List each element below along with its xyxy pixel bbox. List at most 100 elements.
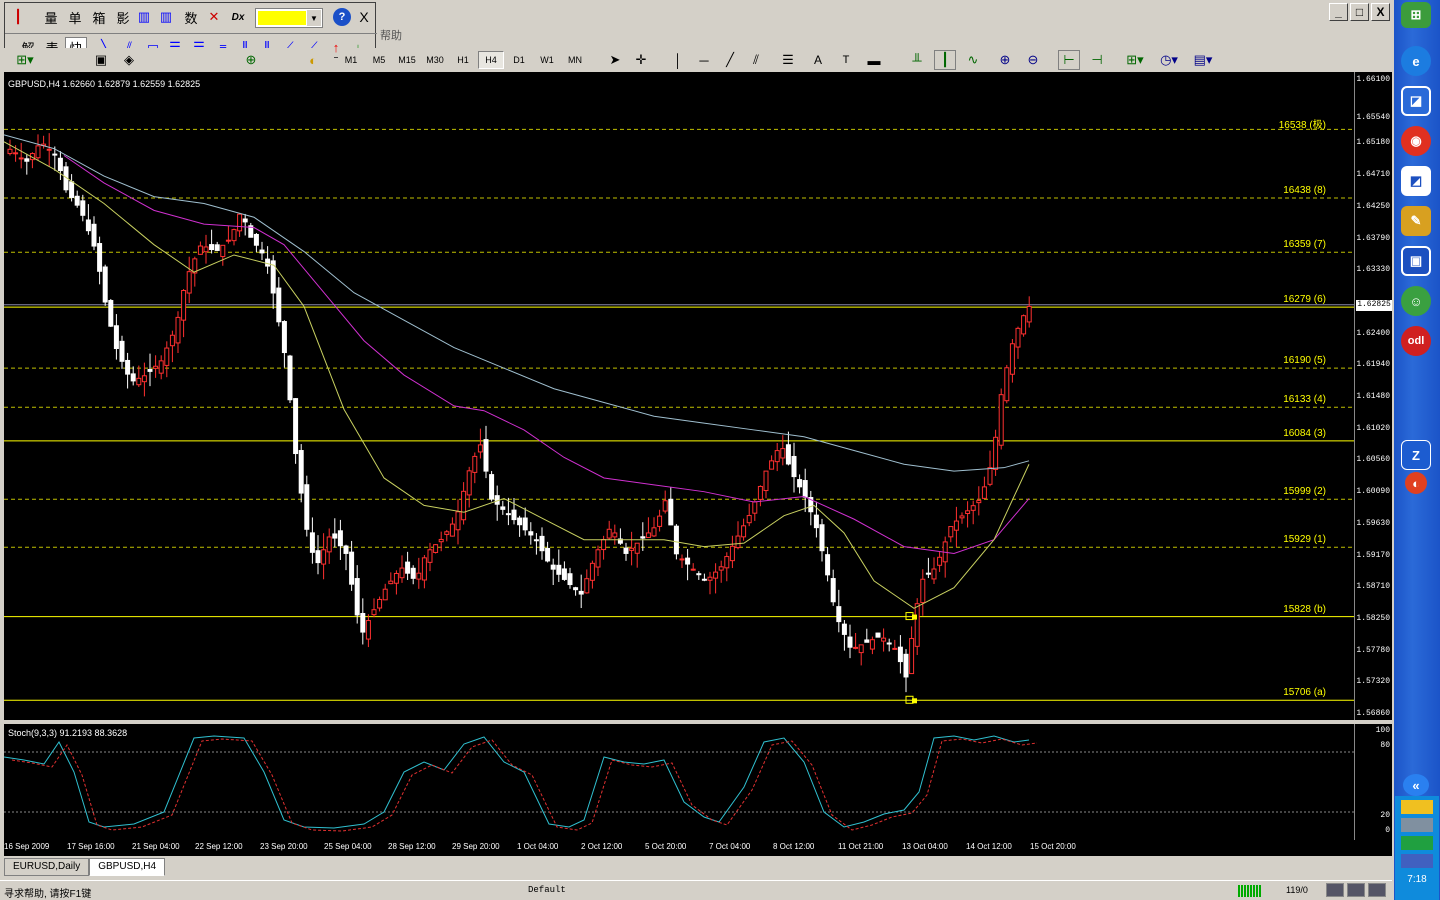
paint-icon[interactable]: ✎ (1401, 206, 1431, 236)
window-icon[interactable]: ▣ (1401, 246, 1431, 276)
text-label-icon[interactable]: T (836, 50, 856, 70)
templates-icon[interactable]: ▤▾ (1190, 50, 1216, 70)
tool-button-5[interactable]: 数 (181, 7, 201, 27)
time-label: 1 Oct 04:00 (517, 842, 559, 851)
grid-icon-2[interactable]: ▥ (157, 7, 175, 27)
candle (685, 549, 691, 581)
fibonacci-icon[interactable]: ☰ (778, 50, 798, 70)
color-select[interactable]: ▼ (255, 8, 323, 28)
status-conn: 119/0 (1286, 885, 1308, 895)
candle (533, 533, 539, 555)
tf-w1[interactable]: W1 (534, 51, 560, 69)
trendline-icon[interactable]: ╱ (720, 50, 740, 70)
candle-icon[interactable]: ┃ (9, 7, 27, 27)
candle (276, 277, 282, 327)
help-icon[interactable]: ? (333, 8, 351, 26)
price-label: 1.65180 (1356, 138, 1390, 148)
cross-icon[interactable]: ✕ (205, 7, 223, 27)
expert-advisors-icon[interactable]: ◐ (304, 50, 322, 70)
maximize-button[interactable]: □ (1350, 3, 1369, 21)
ie-icon[interactable]: e (1401, 46, 1431, 76)
cursor-icon[interactable]: ➤ (604, 50, 626, 70)
tray-app-icon[interactable] (1401, 818, 1433, 832)
candle (231, 228, 237, 246)
tf-m30[interactable]: M30 (422, 51, 448, 69)
tray-app-icon[interactable] (1401, 836, 1433, 850)
autoscroll-icon[interactable]: ⊢ (1058, 50, 1080, 70)
market-watch-icon[interactable]: ◈ (120, 50, 138, 70)
chevron-down-icon[interactable]: ▼ (307, 10, 321, 26)
tf-m15[interactable]: M15 (394, 51, 420, 69)
app-icon-1[interactable]: ◪ (1401, 86, 1431, 116)
candle (125, 352, 131, 389)
price-chart[interactable]: GBPUSD,H4 1.62660 1.62879 1.62559 1.6282… (4, 72, 1354, 720)
tf-h4[interactable]: H4 (478, 51, 504, 69)
candle (354, 565, 360, 624)
arrow-label-icon[interactable]: ▬ (864, 50, 884, 70)
users-icon[interactable]: ☺ (1401, 286, 1431, 316)
tool-button-4[interactable]: 影 (113, 7, 133, 27)
tf-mn[interactable]: MN (562, 51, 588, 69)
candle (46, 133, 52, 167)
price-axis[interactable]: 1.62825 1.66100 1.65540 1.65180 1.64710 1.64… (1354, 72, 1392, 720)
price-label: 1.64250 (1356, 201, 1390, 211)
tool-button-2[interactable]: 单 (65, 7, 85, 27)
zoom-out-icon[interactable]: ⊖ (1022, 50, 1044, 70)
odl-icon[interactable]: odl (1401, 326, 1431, 356)
tool-button-1[interactable]: 量 (41, 7, 61, 27)
candle (612, 524, 618, 545)
tray-expand-icon[interactable]: « (1403, 774, 1429, 796)
price-label: 1.57320 (1356, 677, 1390, 687)
horizontal-line-icon[interactable]: ─ (694, 50, 714, 70)
tf-m1[interactable]: M1 (338, 51, 364, 69)
profiles-icon[interactable]: ▣ (92, 50, 110, 70)
stochastic-panel[interactable]: Stoch(9,3,3) 91.2193 88.3628 (4, 724, 1354, 840)
candlestick-icon[interactable]: ┃ (934, 50, 956, 70)
candle (410, 565, 416, 585)
toolbar-close-icon[interactable]: X (355, 7, 373, 27)
time-label: 21 Sep 04:00 (132, 842, 180, 851)
zoom-in-icon[interactable]: ⊕ (994, 50, 1016, 70)
candle (337, 519, 343, 560)
equidistant-channel-icon[interactable]: ⫽ (746, 50, 766, 70)
tray-icon[interactable] (1368, 883, 1386, 897)
tf-h1[interactable]: H1 (450, 51, 476, 69)
new-chart-icon[interactable]: ⊞▾ (12, 50, 38, 70)
line-chart-icon[interactable]: ∿ (962, 50, 984, 70)
new-order-icon[interactable]: ⊕ (240, 50, 262, 70)
candle (623, 542, 629, 561)
tf-d1[interactable]: D1 (506, 51, 532, 69)
text-icon[interactable]: A (808, 50, 828, 70)
tab-eurusd-daily[interactable]: EURUSD,Daily (4, 858, 90, 876)
bar-chart-icon[interactable]: ╨ (906, 50, 928, 70)
tray-app-icon[interactable] (1401, 854, 1433, 868)
candle (998, 388, 1004, 450)
taskbar-app-icon[interactable]: Z (1401, 440, 1431, 470)
menu-help[interactable]: 帮助 (380, 27, 402, 43)
taskbar-app-icon-2[interactable]: ◐ (1405, 472, 1427, 494)
tab-gbpusd-h4[interactable]: GBPUSD,H4 (89, 858, 166, 876)
grid-icon[interactable]: ▥ (135, 7, 153, 27)
vertical-line-icon[interactable]: │ (668, 50, 688, 70)
app-icon-3[interactable]: ◩ (1401, 166, 1431, 196)
tf-m5[interactable]: M5 (366, 51, 392, 69)
tray-icon[interactable] (1326, 883, 1344, 897)
tool-button-3[interactable]: 箱 (89, 7, 109, 27)
start-windows-icon[interactable]: ⊞ (1401, 2, 1431, 28)
price-label: 1.66100 (1356, 75, 1390, 84)
window-controls: _ □ X (1329, 3, 1390, 21)
candle (937, 551, 943, 572)
close-button[interactable]: X (1371, 3, 1390, 21)
time-label: 16 Sep 2009 (4, 842, 50, 851)
minimize-button[interactable]: _ (1329, 3, 1348, 21)
dx-icon[interactable]: Dx (227, 7, 249, 27)
chart-shift-icon[interactable]: ⊣ (1086, 50, 1108, 70)
app-icon-2[interactable]: ◉ (1401, 126, 1431, 156)
ma-mid-line (63, 155, 1030, 554)
tray-app-icon[interactable] (1401, 800, 1433, 814)
candle (164, 341, 170, 378)
periods-icon[interactable]: ◷▾ (1156, 50, 1182, 70)
tray-icon[interactable] (1347, 883, 1365, 897)
crosshair-icon[interactable]: ✛ (630, 50, 652, 70)
indicators-icon[interactable]: ⊞▾ (1122, 50, 1148, 70)
